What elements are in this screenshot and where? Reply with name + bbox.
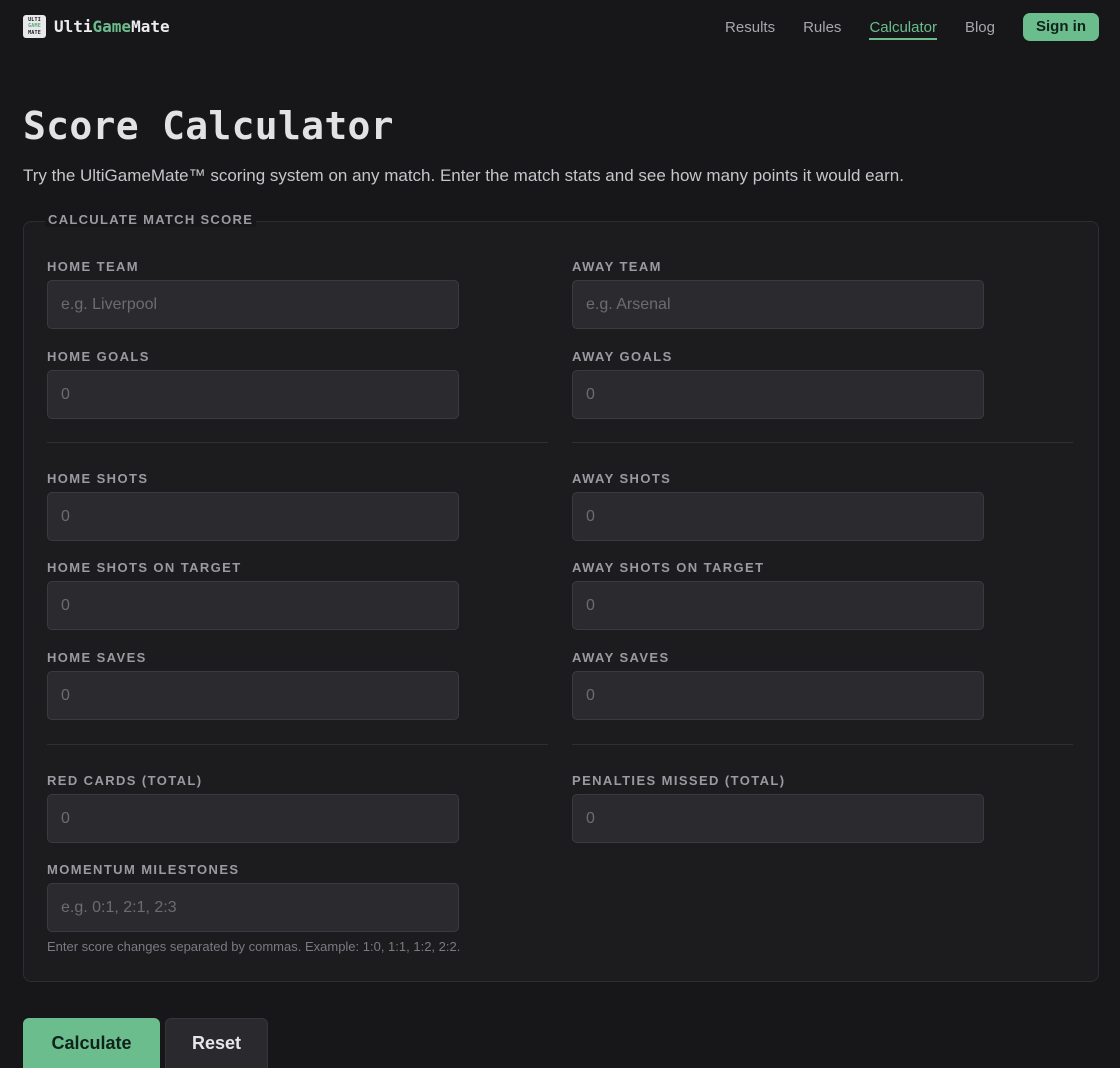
penalties-missed-label: PENALTIES MISSED (TOTAL) — [572, 773, 786, 788]
away-team-field: AWAY TEAM — [572, 259, 984, 329]
nav-link-rules[interactable]: Rules — [803, 15, 841, 40]
page-subtitle: Try the UltiGameMate™ scoring system on … — [23, 166, 904, 185]
momentum-milestones-field: MOMENTUM MILESTONES — [47, 862, 459, 932]
calculate-button[interactable]: Calculate — [23, 1018, 160, 1068]
momentum-milestones-input[interactable] — [47, 883, 459, 932]
home-shots-label: HOME SHOTS — [47, 471, 149, 486]
home-saves-field: HOME SAVES — [47, 650, 459, 720]
away-saves-field: AWAY SAVES — [572, 650, 984, 720]
section-divider — [47, 442, 548, 443]
logo-mark-icon: ULTI GAME MATE — [23, 15, 46, 38]
momentum-hint: Enter score changes separated by commas.… — [47, 939, 461, 954]
penalties-missed-input[interactable] — [572, 794, 984, 843]
home-saves-label: HOME SAVES — [47, 650, 147, 665]
nav-link-blog[interactable]: Blog — [965, 15, 995, 40]
form-legend: CALCULATE MATCH SCORE — [45, 212, 257, 227]
away-saves-input[interactable] — [572, 671, 984, 720]
away-shots-on-target-input[interactable] — [572, 581, 984, 630]
home-team-input[interactable] — [47, 280, 459, 329]
penalties-missed-field: PENALTIES MISSED (TOTAL) — [572, 773, 984, 843]
red-cards-field: RED CARDS (TOTAL) — [47, 773, 459, 843]
away-shots-on-target-field: AWAY SHOTS ON TARGET — [572, 560, 984, 630]
brand-name-part1: Ulti — [54, 17, 93, 36]
home-shots-input[interactable] — [47, 492, 459, 541]
home-shots-on-target-label: HOME SHOTS ON TARGET — [47, 560, 242, 575]
main-nav: Results Rules Calculator Blog Sign in — [697, 13, 1099, 41]
away-shots-on-target-label: AWAY SHOTS ON TARGET — [572, 560, 765, 575]
away-team-label: AWAY TEAM — [572, 259, 662, 274]
away-goals-field: AWAY GOALS — [572, 349, 984, 419]
red-cards-input[interactable] — [47, 794, 459, 843]
home-shots-field: HOME SHOTS — [47, 471, 459, 541]
nav-link-calculator[interactable]: Calculator — [869, 15, 937, 40]
home-goals-label: HOME GOALS — [47, 349, 150, 364]
brand-logo[interactable]: ULTI GAME MATE UltiGameMate — [23, 15, 170, 38]
home-shots-on-target-field: HOME SHOTS ON TARGET — [47, 560, 459, 630]
section-divider — [47, 744, 548, 745]
red-cards-label: RED CARDS (TOTAL) — [47, 773, 203, 788]
home-goals-input[interactable] — [47, 370, 459, 419]
top-header: ULTI GAME MATE UltiGameMate Results Rule… — [0, 0, 1120, 56]
home-team-label: HOME TEAM — [47, 259, 140, 274]
momentum-milestones-label: MOMENTUM MILESTONES — [47, 862, 240, 877]
away-saves-label: AWAY SAVES — [572, 650, 670, 665]
nav-link-results[interactable]: Results — [725, 15, 775, 40]
away-shots-label: AWAY SHOTS — [572, 471, 672, 486]
reset-button[interactable]: Reset — [165, 1018, 268, 1068]
home-team-field: HOME TEAM — [47, 259, 459, 329]
brand-name-part2: Game — [92, 17, 132, 36]
section-divider — [572, 442, 1073, 443]
sign-in-button[interactable]: Sign in — [1023, 13, 1099, 41]
page-title: Score Calculator — [23, 104, 394, 148]
away-team-input[interactable] — [572, 280, 984, 329]
home-saves-input[interactable] — [47, 671, 459, 720]
brand-name: UltiGameMate — [54, 17, 170, 36]
home-goals-field: HOME GOALS — [47, 349, 459, 419]
away-shots-input[interactable] — [572, 492, 984, 541]
away-goals-label: AWAY GOALS — [572, 349, 673, 364]
section-divider — [572, 744, 1073, 745]
away-shots-field: AWAY SHOTS — [572, 471, 984, 541]
away-goals-input[interactable] — [572, 370, 984, 419]
brand-name-part3: Mate — [131, 17, 170, 36]
home-shots-on-target-input[interactable] — [47, 581, 459, 630]
